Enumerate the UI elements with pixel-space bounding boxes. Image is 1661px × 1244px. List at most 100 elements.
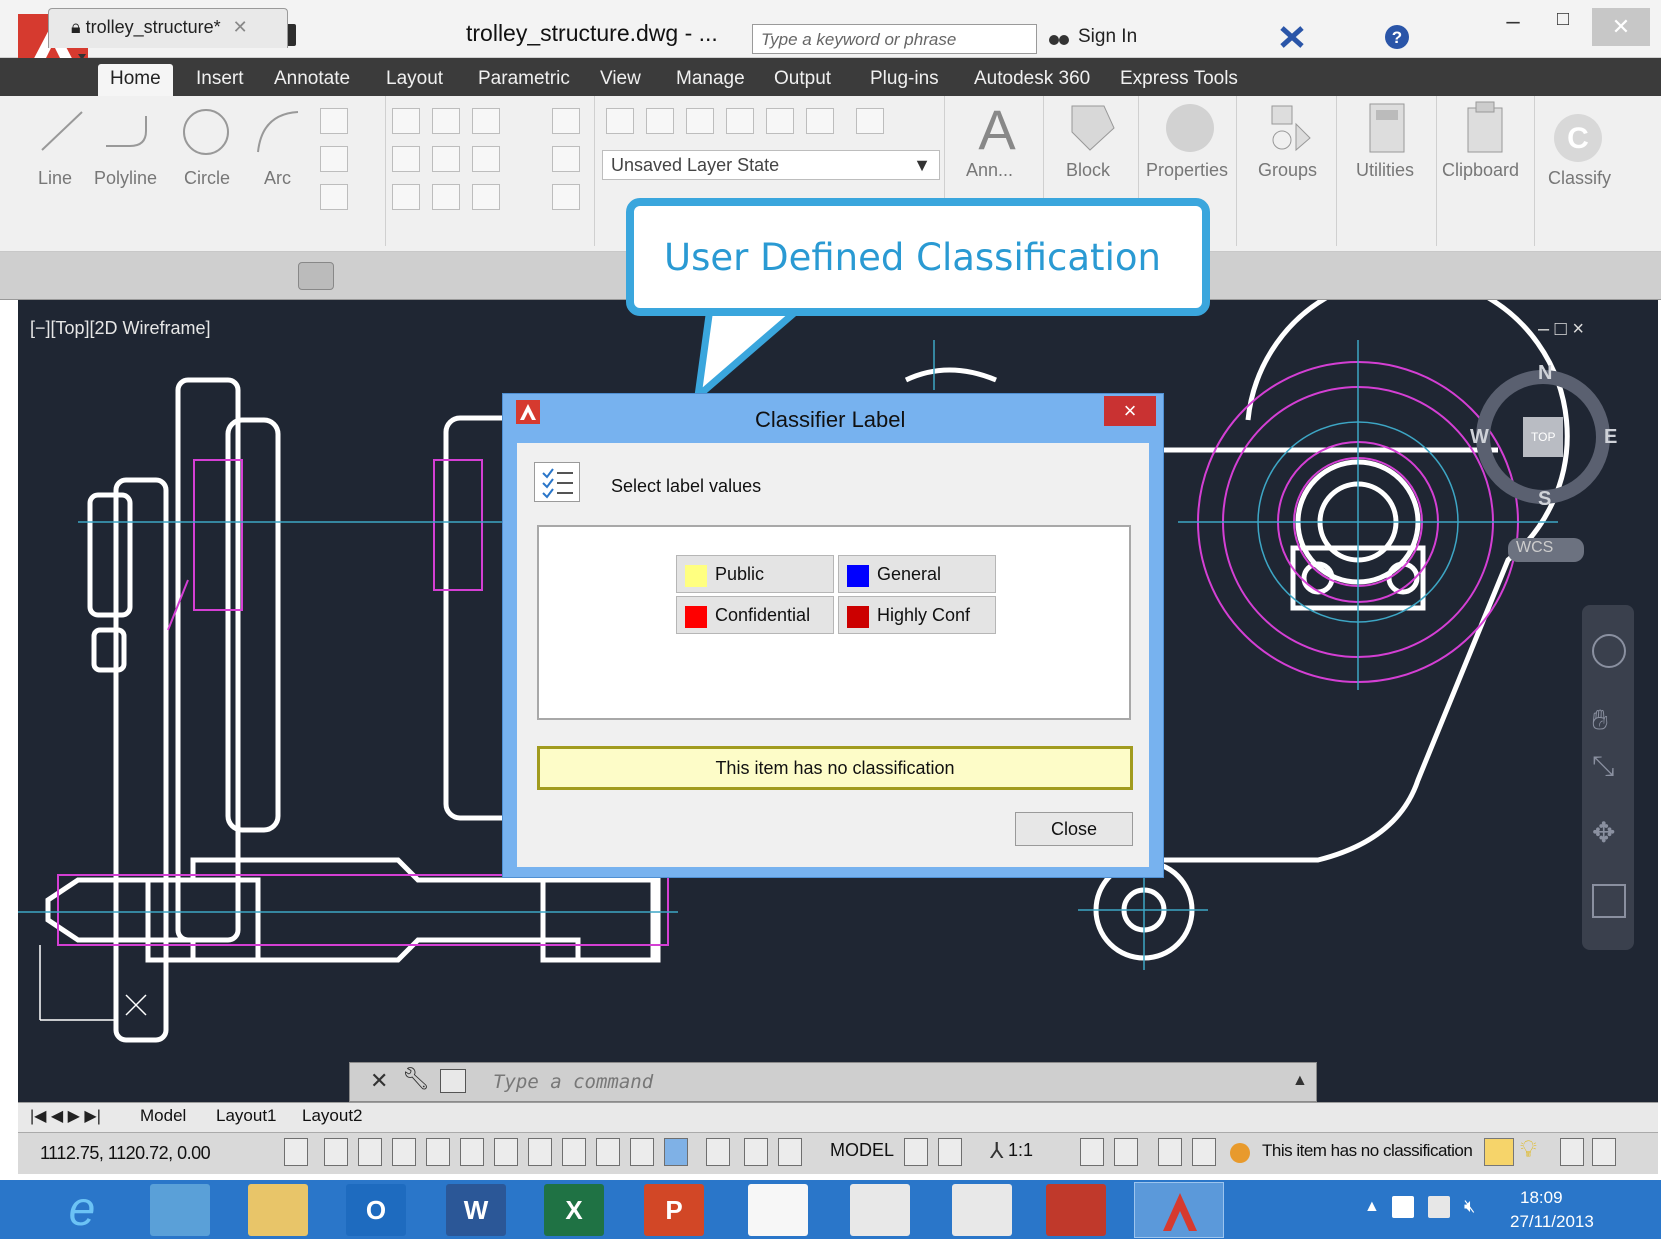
move-icon[interactable] — [392, 108, 420, 134]
tab-home[interactable]: Home — [98, 64, 173, 96]
annotation-visibility-icon[interactable] — [1080, 1138, 1104, 1166]
close-window-button[interactable]: ✕ — [1592, 8, 1650, 46]
layer-icon[interactable] — [686, 108, 714, 134]
clean-screen-icon[interactable] — [1592, 1138, 1616, 1166]
classify-icon[interactable]: C — [1552, 112, 1604, 164]
orbit-icon[interactable]: ✥ — [1592, 816, 1626, 850]
minimize-button[interactable]: – — [1488, 8, 1538, 48]
line-icon[interactable] — [36, 106, 88, 156]
steering-wheel-icon[interactable] — [1592, 634, 1626, 668]
outlook-icon[interactable]: O — [346, 1184, 406, 1236]
document-icon[interactable] — [952, 1184, 1012, 1236]
viewport-controls-label[interactable]: [−][Top][2D Wireframe] — [30, 318, 211, 339]
file-explorer-icon[interactable] — [248, 1184, 308, 1236]
ortho-mode-icon[interactable] — [392, 1138, 416, 1166]
zoom-icon[interactable]: ⤡ — [1592, 750, 1626, 784]
clipboard-panel-label[interactable]: Clipboard — [1442, 160, 1519, 181]
tab-parametric[interactable]: Parametric — [466, 64, 582, 96]
copy-icon[interactable] — [392, 146, 420, 172]
search-input[interactable]: Type a keyword or phrase — [752, 24, 1037, 54]
label-general-button[interactable]: General — [838, 555, 996, 593]
properties-panel-label[interactable]: Properties — [1146, 160, 1228, 181]
document-tab[interactable]: 🔒︎ trolley_structure* ✕ — [48, 8, 288, 48]
close-command-line-icon[interactable]: ✕ — [370, 1068, 388, 1094]
autocad-taskbar-button[interactable] — [1134, 1182, 1224, 1238]
notepad-icon[interactable] — [150, 1184, 210, 1236]
rectangle-icon[interactable] — [320, 108, 348, 134]
tab-annotate[interactable]: Annotate — [262, 64, 362, 96]
mirror-icon[interactable] — [432, 146, 460, 172]
hardware-acceleration-icon[interactable] — [1230, 1143, 1250, 1163]
circle-icon[interactable] — [180, 106, 232, 158]
annotation-monitor-icon[interactable] — [778, 1138, 802, 1166]
showmotion-icon[interactable] — [1592, 884, 1626, 918]
stretch-icon[interactable] — [392, 184, 420, 210]
document-icon[interactable] — [748, 1184, 808, 1236]
block-icon[interactable] — [1064, 100, 1120, 156]
document-icon[interactable] — [850, 1184, 910, 1236]
toolbar-lock-icon[interactable] — [1192, 1138, 1216, 1166]
tab-layout2[interactable]: Layout2 — [302, 1106, 363, 1126]
exchange-icon[interactable] — [1280, 26, 1304, 48]
tab-express-tools[interactable]: Express Tools — [1108, 64, 1250, 96]
groups-icon[interactable] — [1266, 100, 1316, 156]
viewcube-top[interactable]: TOP — [1531, 430, 1555, 444]
toolbox-icon[interactable] — [1046, 1184, 1106, 1236]
dynamic-input-icon[interactable] — [596, 1138, 620, 1166]
maximize-button[interactable]: □ — [1538, 8, 1588, 48]
erase-icon[interactable] — [552, 108, 580, 134]
volume-muted-icon[interactable]: 🔇︎ — [1464, 1196, 1486, 1218]
polyline-icon[interactable] — [100, 106, 160, 156]
object-snap-tracking-icon[interactable] — [528, 1138, 552, 1166]
object-snap-icon[interactable] — [460, 1138, 484, 1166]
3d-object-snap-icon[interactable] — [494, 1138, 518, 1166]
binoculars-icon[interactable] — [1048, 26, 1070, 48]
quick-properties-icon[interactable] — [706, 1138, 730, 1166]
command-prompt-icon[interactable] — [440, 1069, 466, 1093]
internet-explorer-icon[interactable]: e — [52, 1184, 112, 1236]
layer-icon[interactable] — [646, 108, 674, 134]
rotate-icon[interactable] — [432, 108, 460, 134]
action-center-flag-icon[interactable] — [1392, 1196, 1414, 1218]
label-highly-conf-button[interactable]: Highly Conf — [838, 596, 996, 634]
show-hidden-icons-chevron-icon[interactable]: ▲ — [1364, 1198, 1380, 1216]
classification-icon[interactable] — [1484, 1138, 1514, 1166]
viewcube[interactable] — [1468, 362, 1618, 562]
transparency-icon[interactable] — [664, 1138, 688, 1166]
word-icon[interactable]: W — [446, 1184, 506, 1236]
infer-constraints-icon[interactable] — [284, 1138, 308, 1166]
layer-icon[interactable] — [726, 108, 754, 134]
classify-panel-label[interactable]: Classify — [1548, 168, 1611, 189]
annotation-panel-label[interactable]: Ann... — [966, 160, 1013, 181]
status-bar-menu-icon[interactable] — [1560, 1138, 1584, 1166]
fillet-icon[interactable] — [472, 146, 500, 172]
tab-plug-ins[interactable]: Plug-ins — [858, 64, 951, 96]
properties-icon[interactable] — [1162, 100, 1218, 156]
tab-output[interactable]: Output — [762, 64, 843, 96]
groups-panel-label[interactable]: Groups — [1258, 160, 1317, 181]
clipboard-icon[interactable] — [1464, 100, 1508, 156]
quick-view-layouts-icon[interactable] — [904, 1138, 928, 1166]
label-public-button[interactable]: Public — [676, 555, 834, 593]
tab-insert[interactable]: Insert — [184, 64, 256, 96]
selection-cycling-icon[interactable] — [744, 1138, 768, 1166]
powerpoint-icon[interactable]: P — [644, 1184, 704, 1236]
wcs-menu[interactable]: WCS — [1508, 538, 1584, 562]
tab-layout[interactable]: Layout — [374, 64, 455, 96]
command-input[interactable]: Type a command — [493, 1071, 653, 1093]
command-history-chevron-icon[interactable]: ▲ — [1292, 1072, 1308, 1090]
arc-icon[interactable] — [252, 106, 304, 158]
scale-icon[interactable] — [432, 184, 460, 210]
sign-in-link[interactable]: Sign In — [1078, 26, 1137, 48]
utilities-panel-label[interactable]: Utilities — [1356, 160, 1414, 181]
quick-view-drawings-icon[interactable] — [938, 1138, 962, 1166]
tab-view[interactable]: View — [588, 64, 653, 96]
annotation-scale[interactable]: 1:1 — [1008, 1140, 1033, 1161]
network-icon[interactable] — [1428, 1196, 1450, 1218]
customize-wrench-icon[interactable]: 🔧︎ — [402, 1066, 430, 1092]
block-panel-label[interactable]: Block — [1066, 160, 1110, 181]
annotation-scale-icon[interactable]: ⅄ — [990, 1138, 1003, 1164]
snap-mode-icon[interactable] — [324, 1138, 348, 1166]
layer-state-dropdown[interactable]: Unsaved Layer State ▼ — [602, 150, 940, 180]
help-icon[interactable]: ? — [1384, 24, 1410, 50]
